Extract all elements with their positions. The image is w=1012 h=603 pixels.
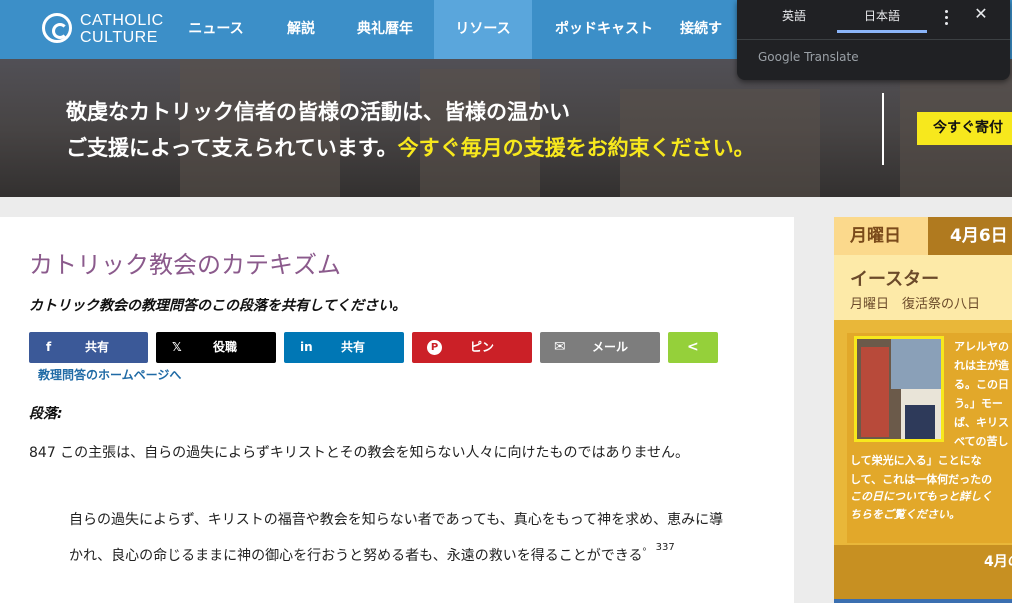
facebook-icon: f <box>46 340 52 354</box>
linkedin-share-button[interactable]: in 共有 <box>284 332 404 363</box>
x-logo-icon: 𝕏 <box>172 340 182 354</box>
footnote-ref[interactable]: 。 337 <box>642 542 674 553</box>
nav-item-liturgical-year[interactable]: 典礼暦年 <box>340 0 430 59</box>
translate-tab-japanese[interactable]: 日本語 <box>837 0 927 33</box>
donate-now-button[interactable]: 今すぐ寄付 <box>917 112 1012 145</box>
paragraph-label: 段落: <box>29 406 63 422</box>
logo-text: CATHOLIC CULTURE <box>80 12 164 46</box>
nav-item-news[interactable]: ニュース <box>172 0 260 59</box>
nav-item-podcasts[interactable]: ポッドキャスト <box>536 0 672 59</box>
facebook-share-button[interactable]: f 共有 <box>29 332 148 363</box>
pinterest-share-button[interactable]: P ピン <box>412 332 532 363</box>
catholic-culture-logo[interactable]: CATHOLIC CULTURE <box>42 11 164 49</box>
translate-tab-english[interactable]: 英語 <box>751 0 837 33</box>
close-icon[interactable]: ✕ <box>971 4 991 24</box>
banner-highlight: 今すぐ毎月の支援をお約束ください。 <box>397 136 755 160</box>
more-options-icon[interactable] <box>937 8 955 26</box>
nav-item-connect[interactable]: 接続す <box>680 0 740 59</box>
banner-text-line1: 敬虔なカトリック信者の皆様の活動は、皆様の温かい <box>66 100 570 124</box>
sidebar-more-link[interactable]: この日についてもっと詳しく ちらをご覧ください。 <box>850 488 992 524</box>
sidebar-feast-subtitle: 月曜日 復活祭の八日 <box>850 297 981 312</box>
logo-ring-icon <box>42 13 72 43</box>
pinterest-icon: P <box>427 340 442 355</box>
nav-item-commentary[interactable]: 解説 <box>268 0 334 59</box>
google-translate-brand: Google Translate <box>758 50 859 64</box>
email-share-button[interactable]: ✉ メール <box>540 332 660 363</box>
sidebar-month-link[interactable]: 4月の <box>984 551 1012 571</box>
email-icon: ✉ <box>554 339 566 355</box>
block-quote: 自らの過失によらず、キリストの福音や教会を知らない者であっても、真心をもって神を… <box>69 512 724 564</box>
x-share-button[interactable]: 𝕏 役職 <box>156 332 276 363</box>
paragraph-text: 847 この主張は、自らの過失によらずキリストとその教会を知らない人々に向けたも… <box>29 445 690 461</box>
resurrection-painting-image <box>854 336 944 442</box>
main-content: カトリック教会のカテキズム カトリック教会の教理問答のこの段落を共有してください… <box>0 217 794 603</box>
sidebar-date: 4月6日 <box>928 217 1012 255</box>
page-title: カトリック教会のカテキズム <box>29 251 341 279</box>
google-translate-popup: 英語 日本語 ✕ Google Translate <box>737 0 1010 80</box>
share-prompt: カトリック教会の教理問答のこの段落を共有してください。 <box>29 298 407 314</box>
banner-text-line2: ご支援によって支えられています。今すぐ毎月の支援をお約束ください。 <box>66 136 755 160</box>
liturgical-day-sidebar: 月曜日 4月6日 イースター 月曜日 復活祭の八日 アレルヤの れは主が造 る。… <box>834 217 1012 603</box>
catechism-home-link[interactable]: 教理問答のホームページへ <box>38 366 181 383</box>
sidebar-weekday: 月曜日 <box>834 217 928 255</box>
banner-divider <box>882 93 884 165</box>
share-more-button[interactable]: < <box>668 332 718 363</box>
nav-item-resources[interactable]: リソース <box>434 0 532 59</box>
sidebar-feast-title[interactable]: イースター <box>850 265 939 291</box>
linkedin-icon: in <box>300 340 313 354</box>
share-icon: < <box>687 339 699 355</box>
